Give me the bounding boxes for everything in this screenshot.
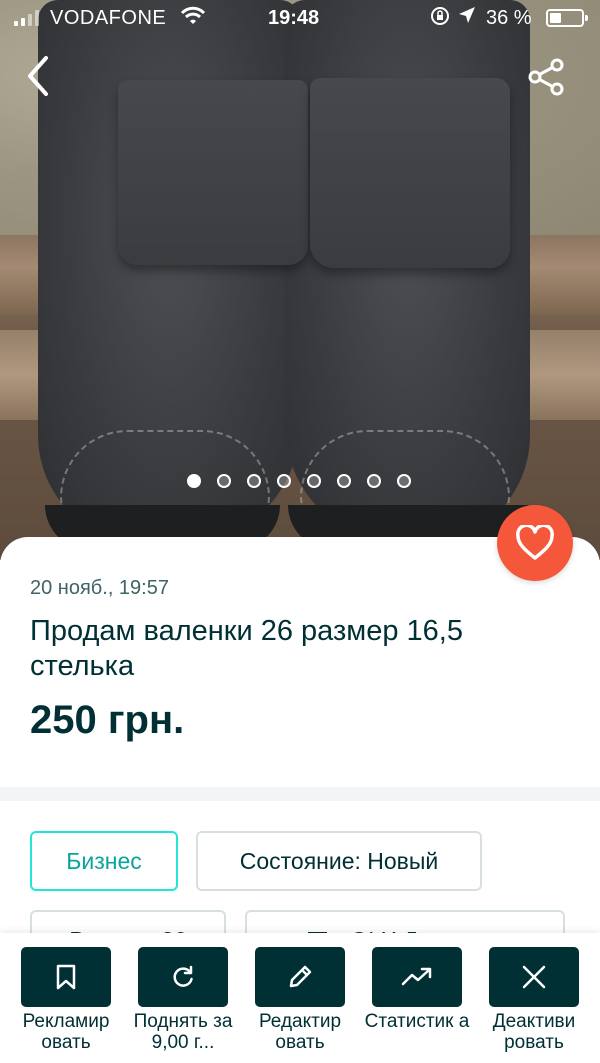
deactivate-button-label: Деактиви ровать [492,1011,576,1053]
battery-percent: 36 % [486,7,532,29]
promote-button-label: Рекламир овать [22,1011,110,1053]
condition-chip: Состояние: Новый [196,831,482,891]
gallery-dot[interactable] [217,474,231,488]
boot-strap-right [310,78,510,268]
wifi-icon [180,6,206,32]
edit-button-icon-box [255,947,345,1007]
gallery-dot[interactable] [367,474,381,488]
rotation-lock-icon [430,6,450,31]
favorite-button[interactable] [497,505,573,581]
raise-button-label: Поднять за 9,00 г... [133,1011,233,1053]
promote-button[interactable]: Рекламир овать [16,947,116,1053]
edit-button[interactable]: Редактир овать [250,947,350,1053]
statistics-button-label: Статистик а [364,1011,470,1032]
battery-icon [546,9,588,27]
pencil-icon [289,965,312,988]
share-icon [528,58,564,96]
close-icon [522,965,546,989]
section-divider [0,787,600,801]
clock: 19:48 [268,7,320,29]
boot-strap-left [118,80,308,265]
statistics-button-icon-box [372,947,462,1007]
gallery-pagination [187,474,411,488]
deactivate-button[interactable]: Деактиви ровать [484,947,584,1053]
statistics-button[interactable]: Статистик а [365,947,469,1032]
condition-chip-label: Состояние: Новый [239,847,439,874]
heart-icon [516,525,554,560]
share-button[interactable] [525,55,569,99]
listing-title: Продам валенки 26 размер 16,5 стелька [30,615,463,682]
raise-button[interactable]: Поднять за 9,00 г... [133,947,233,1053]
listing-price: 250 грн. [30,698,185,742]
gallery-dot[interactable] [337,474,351,488]
bottom-toolbar: Рекламир овать Поднять за 9,00 г... Реда… [0,933,600,1063]
edit-button-label: Редактир овать [258,1011,342,1053]
business-chip-label: Бизнес [66,847,142,874]
deactivate-button-icon-box [489,947,579,1007]
promote-button-icon-box [21,947,111,1007]
chevron-left-icon [28,56,48,96]
business-chip[interactable]: Бизнес [30,831,178,891]
refresh-icon [173,965,193,987]
gallery-dot[interactable] [247,474,261,488]
gallery-dot[interactable] [397,474,411,488]
gallery-dot[interactable] [187,474,201,488]
gallery-dot[interactable] [277,474,291,488]
carrier-name: VODAFONE [50,7,167,29]
trend-up-icon [401,967,432,986]
status-bar: VODAFONE 19:48 36 % [0,0,600,38]
listing-date: 20 нояб., 19:57 [30,577,169,599]
cellular-signal-icon [14,10,39,26]
bookmark-icon [56,964,76,990]
back-button[interactable] [20,52,60,100]
raise-button-icon-box [138,947,228,1007]
gallery-dot[interactable] [307,474,321,488]
location-icon [458,6,476,29]
